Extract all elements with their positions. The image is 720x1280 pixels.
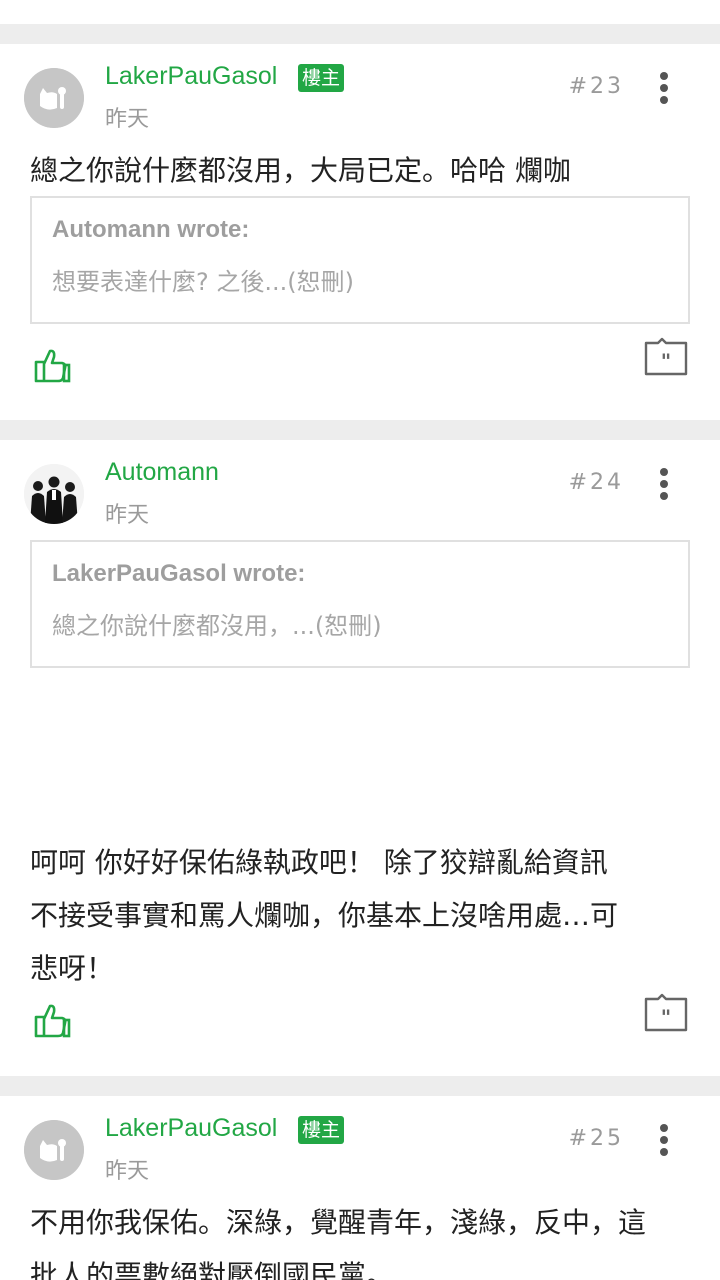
quote-block: Automann wrote: 想要表達什麼? 之後...(恕刪) bbox=[30, 196, 690, 324]
thumbs-up-icon[interactable] bbox=[32, 345, 72, 385]
post-content: 不用你我保佑。深綠，覺醒青年，淺綠，反中，這 批人的票數絕對壓倒國民黨。 bbox=[30, 1196, 700, 1280]
thumbs-up-icon[interactable] bbox=[32, 1000, 72, 1040]
post-card: LakerPauGasol 樓主 昨天 #23 總之你說什麼都沒用，大局已定。哈… bbox=[0, 44, 720, 420]
previous-post-card-bottom bbox=[0, 0, 720, 24]
user-avatar[interactable] bbox=[24, 464, 84, 524]
post-time: 昨天 bbox=[105, 1159, 150, 1184]
post-content-line: 不接受事實和罵人爛咖，你基本上沒啥用處…可 bbox=[30, 899, 619, 932]
group-photo-avatar-icon bbox=[24, 464, 84, 524]
more-vertical-icon[interactable] bbox=[652, 72, 676, 106]
quote-text: 想要表達什麼? 之後...(恕刪) bbox=[52, 268, 354, 296]
post-content-line: 呵呵 你好好保佑綠執政吧！ 除了狡辯亂給資訊 bbox=[30, 846, 608, 879]
more-vertical-icon[interactable] bbox=[652, 468, 676, 502]
floor-number: #24 bbox=[568, 470, 624, 495]
svg-text:": " bbox=[661, 349, 671, 373]
quote-author: Automann wrote: bbox=[52, 216, 250, 243]
op-badge: 樓主 bbox=[298, 64, 345, 92]
floor-number: #23 bbox=[568, 74, 624, 99]
quote-text: 總之你說什麼都沒用，...(恕刪) bbox=[52, 612, 382, 640]
post-content: 呵呵 你好好保佑綠執政吧！ 除了狡辯亂給資訊 不接受事實和罵人爛咖，你基本上沒啥… bbox=[30, 836, 700, 995]
quote-author: LakerPauGasol wrote: bbox=[52, 560, 306, 587]
post-time: 昨天 bbox=[105, 503, 150, 528]
quote-reply-icon[interactable]: " bbox=[644, 993, 688, 1033]
more-vertical-icon[interactable] bbox=[652, 1124, 676, 1158]
post-content-line: 不用你我保佑。深綠，覺醒青年，淺綠，反中，這 bbox=[30, 1206, 647, 1239]
floor-number: #25 bbox=[568, 1126, 624, 1151]
post-card: Automann 昨天 #24 LakerPauGasol wrote: 總之你… bbox=[0, 440, 720, 1076]
username[interactable]: LakerPauGasol bbox=[105, 62, 277, 91]
username[interactable]: LakerPauGasol bbox=[105, 1114, 277, 1143]
quote-reply-icon[interactable]: " bbox=[644, 337, 688, 377]
default-avatar-icon bbox=[24, 1120, 84, 1180]
op-badge: 樓主 bbox=[298, 1116, 345, 1144]
default-avatar-icon bbox=[24, 68, 84, 128]
user-avatar[interactable] bbox=[24, 1120, 84, 1180]
post-content-line: 悲呀！ bbox=[30, 952, 115, 985]
svg-text:": " bbox=[661, 1005, 671, 1029]
quote-block: LakerPauGasol wrote: 總之你說什麼都沒用，...(恕刪) bbox=[30, 540, 690, 668]
user-avatar[interactable] bbox=[24, 68, 84, 128]
post-card: LakerPauGasol 樓主 昨天 #25 不用你我保佑。深綠，覺醒青年，淺… bbox=[0, 1096, 720, 1280]
post-content: 總之你說什麼都沒用，大局已定。哈哈 爛咖 bbox=[30, 154, 571, 187]
post-time: 昨天 bbox=[105, 107, 150, 132]
username[interactable]: Automann bbox=[105, 458, 219, 487]
post-content-line: 批人的票數絕對壓倒國民黨。 bbox=[30, 1259, 395, 1280]
